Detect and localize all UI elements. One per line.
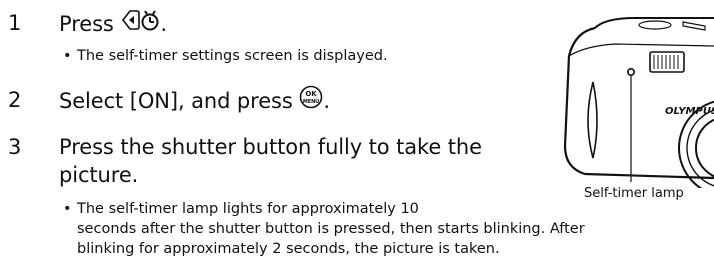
- step-3-bullet-line-1: The self-timer lamp lights for approxima…: [63, 200, 419, 219]
- step-2-label: Select [ON], and press: [59, 89, 293, 113]
- step-1-text: Press .: [59, 10, 167, 40]
- step-1-number: 1: [8, 11, 22, 35]
- step-3-text-line-1: Press the shutter button fully to take t…: [59, 135, 482, 159]
- self-timer-lamp-caption: Self-timer lamp: [584, 186, 684, 201]
- step-2-suffix: .: [323, 89, 330, 113]
- ok-menu-button-icon: OK MENU: [299, 85, 323, 115]
- step-3-bullet-line-3: blinking for approximately 2 seconds, th…: [77, 241, 500, 257]
- step-3-number: 3: [8, 135, 22, 159]
- camera-illustration: OLYMPUS: [555, 16, 714, 196]
- svg-text:OK: OK: [306, 90, 318, 98]
- step-1-suffix: .: [160, 12, 167, 36]
- step-3-bullet-line-2: seconds after the shutter button is pres…: [77, 221, 585, 237]
- step-1-label: Press: [59, 12, 114, 36]
- self-timer-button-icon: [120, 8, 160, 38]
- svg-text:OLYMPUS: OLYMPUS: [665, 106, 714, 117]
- step-2-text: Select [ON], and press OK MENU .: [59, 85, 330, 117]
- svg-text:MENU: MENU: [303, 99, 319, 105]
- step-2-number: 2: [8, 88, 22, 112]
- step-3-text-line-2: picture.: [59, 163, 139, 187]
- step-1-bullet: The self-timer settings screen is displa…: [63, 47, 388, 66]
